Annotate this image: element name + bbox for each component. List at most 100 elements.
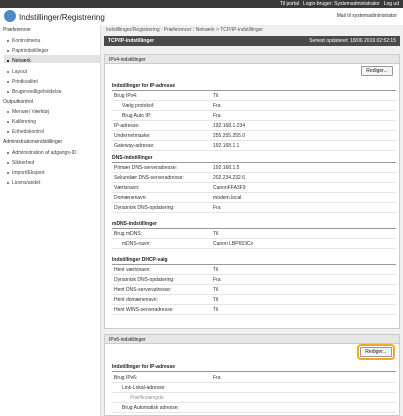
row-divider bbox=[112, 304, 396, 305]
row-divider bbox=[112, 172, 396, 173]
row-divider bbox=[112, 130, 396, 131]
bullet-icon bbox=[7, 71, 9, 73]
row-divider bbox=[112, 202, 396, 203]
setting-value: Til bbox=[213, 287, 219, 293]
sidebar-item-import-eksport[interactable]: Import/Eksport bbox=[12, 170, 45, 176]
row-divider bbox=[112, 294, 396, 295]
setting-value: Fra bbox=[213, 205, 221, 211]
breadcrumb: Indstillinger/Registrering : Præferencer… bbox=[106, 27, 264, 33]
sidebar-category-output: Outputkontrol bbox=[3, 99, 34, 105]
sidebar-item-enhedskontrol[interactable]: Enhedskontrol bbox=[12, 129, 44, 135]
page-title: Indstillinger/Registrering bbox=[19, 13, 105, 22]
setting-value: Fra bbox=[213, 277, 221, 283]
row-divider bbox=[112, 110, 396, 111]
bullet-icon bbox=[7, 121, 9, 123]
bullet-icon bbox=[7, 172, 9, 174]
settings-section-header: DNS-indstillinger bbox=[112, 155, 396, 163]
sidebar-item-vaerktoej[interactable]: Menuen Værktøj bbox=[12, 109, 49, 115]
row-divider bbox=[112, 120, 396, 121]
setting-value: Fra bbox=[213, 113, 221, 119]
top-bar: Til portal Login-bruger: Systemadministr… bbox=[0, 0, 403, 8]
setting-label: Dynamisk DNS-opdatering: bbox=[114, 205, 175, 211]
logout-link[interactable]: Log ud bbox=[384, 1, 399, 7]
sidebar-category-preferences: Præferencer bbox=[3, 27, 31, 33]
ipv6-panel-header: IPv6-indstillinger bbox=[105, 335, 399, 344]
setting-label: Brug Auto IP: bbox=[122, 113, 152, 119]
setting-value: 192.168.1.1 bbox=[213, 143, 240, 149]
top-links: Til portal Login-bruger: Systemadministr… bbox=[280, 1, 399, 7]
setting-value: 192.168.1.234 bbox=[213, 123, 245, 129]
sidebar-category-admin: Administrationsindstillinger bbox=[3, 139, 63, 145]
sidebar-item-adgangs-id[interactable]: Administration af adgangs-ID bbox=[12, 150, 76, 156]
row-divider bbox=[112, 402, 396, 403]
mail-admin-link[interactable]: Mail til systemadministrator bbox=[337, 13, 397, 19]
setting-value: 202.234.232.6 bbox=[213, 175, 245, 181]
setting-value: CanonFFA3F9 bbox=[213, 185, 246, 191]
settings-logo-icon bbox=[4, 10, 16, 22]
last-updated: Senest opdateret: 18/06 2019 02:52:15 bbox=[309, 38, 396, 44]
setting-label: Dynamisk DNS-opdatering: bbox=[114, 277, 175, 283]
setting-label: Gateway-adresse: bbox=[114, 143, 155, 149]
row-divider bbox=[112, 412, 396, 413]
bullet-icon bbox=[7, 50, 9, 52]
setting-label: Hent værtsnavn: bbox=[114, 267, 151, 273]
sidebar-item-kalibrering[interactable]: Kalibrering bbox=[12, 119, 36, 125]
row-divider bbox=[112, 382, 396, 383]
bullet-icon bbox=[7, 60, 9, 62]
bullet-icon bbox=[7, 182, 9, 184]
sidebar-item-brugervedligeholdelse[interactable]: Brugervedligeholdelse bbox=[12, 89, 61, 95]
sidebar-item-layout[interactable]: Layout bbox=[12, 69, 27, 75]
sidebar-item-licens[interactable]: Licens/andet bbox=[12, 180, 40, 186]
ipv4-edit-button[interactable]: Rediger... bbox=[361, 66, 393, 76]
setting-value: Til bbox=[213, 267, 219, 273]
settings-section-header: mDNS-indstillinger bbox=[112, 221, 396, 229]
bullet-icon bbox=[7, 162, 9, 164]
setting-value: 192.168.1.5 bbox=[213, 165, 240, 171]
setting-label: Brug IPv4: bbox=[114, 93, 138, 99]
settings-section-header: Indstillinger for IP-adresse bbox=[112, 364, 396, 372]
row-divider bbox=[112, 248, 396, 249]
setting-label: Domænenavn: bbox=[114, 195, 147, 201]
setting-value: Til bbox=[213, 231, 219, 237]
settings-section-header: Indstillinger for IP-adresse bbox=[112, 83, 396, 91]
bullet-icon bbox=[7, 131, 9, 133]
setting-label: Hent WINS-serveradresse: bbox=[114, 307, 174, 313]
setting-value: Til bbox=[213, 297, 219, 303]
setting-label: Hent domænenavn: bbox=[114, 297, 158, 303]
setting-label: Primær DNS-serveradresse: bbox=[114, 165, 178, 171]
bullet-icon bbox=[7, 152, 9, 154]
row-divider bbox=[112, 100, 396, 101]
row-divider bbox=[112, 140, 396, 141]
setting-value: Til bbox=[213, 93, 219, 99]
portal-link[interactable]: Til portal bbox=[280, 1, 299, 7]
setting-label: Præfikslængde bbox=[130, 395, 164, 401]
sidebar-item-papirindstillinger[interactable]: Papirindstillinger bbox=[12, 48, 49, 54]
setting-value: Fra bbox=[213, 103, 221, 109]
setting-label: Brug Automatisk adresse: bbox=[122, 405, 179, 411]
section-title: TCP/IP-indstillinger bbox=[108, 38, 155, 44]
row-divider bbox=[112, 238, 396, 239]
setting-label: Link-Lokal-adresse: bbox=[122, 385, 166, 391]
row-divider bbox=[112, 314, 396, 315]
ipv6-panel: IPv6-indstillinger bbox=[104, 334, 400, 416]
sidebar-item-printkvalitet[interactable]: Printkvalitet bbox=[12, 79, 38, 85]
row-divider bbox=[112, 182, 396, 183]
bullet-icon bbox=[7, 91, 9, 93]
bullet-icon bbox=[7, 40, 9, 42]
setting-value: 255.255.255.0 bbox=[213, 133, 245, 139]
sidebar-item-sikkerhed[interactable]: Sikkerhed bbox=[12, 160, 34, 166]
setting-label: Hent DNS-serveradresse: bbox=[114, 287, 172, 293]
row-divider bbox=[112, 192, 396, 193]
setting-label: Sekundær DNS-serveradresse: bbox=[114, 175, 184, 181]
setting-label: Værtsnavn: bbox=[114, 185, 140, 191]
row-divider bbox=[112, 274, 396, 275]
section-title-bar: TCP/IP-indstillinger Senest opdateret: 1… bbox=[104, 36, 400, 46]
ipv6-edit-button[interactable]: Rediger... bbox=[357, 344, 395, 360]
setting-value: Canon LBP653Cx bbox=[213, 241, 254, 247]
setting-label: Brug IPv6: bbox=[114, 375, 138, 381]
row-divider bbox=[112, 392, 396, 393]
sidebar-item-kontrolmenu[interactable]: Kontrolmenu bbox=[12, 38, 40, 44]
setting-label: IP-adresse: bbox=[114, 123, 140, 129]
ipv4-panel-header: IPv4-indstillinger bbox=[105, 55, 399, 64]
sidebar-item-netvaerk[interactable]: Netværk bbox=[12, 58, 31, 64]
